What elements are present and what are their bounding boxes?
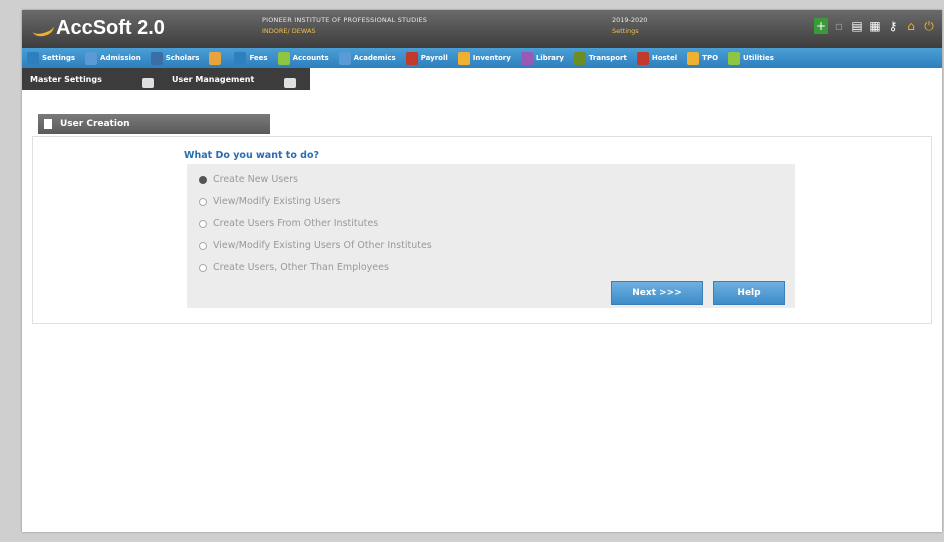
menu-item-accounts[interactable]: Accounts xyxy=(273,51,334,65)
menu-icon xyxy=(405,51,418,65)
menu-item-admission[interactable]: Admission xyxy=(80,51,146,65)
menu-icon xyxy=(573,51,586,65)
submenu-label: User Management xyxy=(172,74,255,84)
radio-button[interactable] xyxy=(199,197,207,206)
menu-item-fees[interactable]: Fees xyxy=(229,51,272,65)
app-window: AccSoft 2.0 PIONEER INSTITUTE OF PROFESS… xyxy=(22,10,942,532)
menu-icon xyxy=(687,51,700,65)
option-label: Create New Users xyxy=(213,174,298,185)
toolbar: + ▫ ▤ ▦ ⚷ ⌂ ⏻ xyxy=(814,18,936,34)
menu-label: Scholars xyxy=(165,54,200,62)
menu-item-library[interactable]: Library xyxy=(516,51,569,65)
menu-label: Hostel xyxy=(651,54,678,62)
menu-label: Payroll xyxy=(420,54,448,62)
institute-info: PIONEER INSTITUTE OF PROFESSIONAL STUDIE… xyxy=(262,16,427,35)
question-label: What Do you want to do? xyxy=(184,150,320,161)
menu-icon xyxy=(150,51,163,65)
menu-item-scholars[interactable]: Scholars xyxy=(146,51,205,65)
menu-icon xyxy=(209,51,222,65)
document-edit-icon[interactable]: ▦ xyxy=(868,18,882,34)
radio-button[interactable] xyxy=(199,241,207,250)
menu-label: Library xyxy=(535,54,564,62)
radio-button[interactable] xyxy=(199,175,207,184)
menu-icon xyxy=(636,51,649,65)
logo-icon xyxy=(30,18,56,39)
menu-label: Utilities xyxy=(743,54,774,62)
option-view-modify-users[interactable]: View/Modify Existing Users xyxy=(199,196,341,207)
option-label: Create Users, Other Than Employees xyxy=(213,262,389,273)
menu-icon xyxy=(277,51,290,65)
key-icon[interactable]: ⚷ xyxy=(886,18,900,34)
menu-icon xyxy=(338,51,351,65)
current-module: Settings xyxy=(612,27,639,35)
session-year: 2019-2020 xyxy=(612,16,648,24)
document-icon[interactable]: ▤ xyxy=(850,18,864,34)
option-label: View/Modify Existing Users xyxy=(213,196,341,207)
submenu-master-settings[interactable]: Master Settings xyxy=(22,70,164,88)
menu-item-utilities[interactable]: Utilities xyxy=(723,51,779,65)
option-create-new-users[interactable]: Create New Users xyxy=(199,174,298,185)
menu-label: Accounts xyxy=(292,54,329,62)
document-icon xyxy=(44,119,52,129)
option-create-non-employees[interactable]: Create Users, Other Than Employees xyxy=(199,262,389,273)
menu-icon xyxy=(728,51,741,65)
home-icon[interactable]: ⌂ xyxy=(904,18,918,34)
top-bar: AccSoft 2.0 PIONEER INSTITUTE OF PROFESS… xyxy=(22,10,942,48)
submenu-label: Master Settings xyxy=(30,74,102,84)
settings-submenu: Master Settings User Management xyxy=(22,68,310,90)
menu-item-academics[interactable]: Academics xyxy=(334,51,401,65)
power-icon[interactable]: ⏻ xyxy=(922,18,936,34)
menu-label: Inventory xyxy=(472,54,511,62)
menu-item-settings[interactable]: Settings xyxy=(22,51,80,65)
menu-item-tpo[interactable]: TPO xyxy=(682,51,723,65)
session-info: 2019-2020 Settings xyxy=(612,16,647,35)
menu-item-inventory[interactable]: Inventory xyxy=(453,51,516,65)
submenu-user-management[interactable]: User Management xyxy=(164,70,306,88)
menu-label: TPO xyxy=(702,54,719,62)
add-icon[interactable]: + xyxy=(814,18,828,34)
menu-icon xyxy=(85,51,98,65)
app-name: AccSoft 2.0 xyxy=(56,17,165,39)
menu-label: Admission xyxy=(100,54,141,62)
menu-item-transport[interactable]: Transport xyxy=(569,51,632,65)
app-logo: AccSoft 2.0 xyxy=(30,17,165,40)
radio-button[interactable] xyxy=(199,219,207,228)
menu-label: Transport xyxy=(588,54,627,62)
dropdown-icon xyxy=(284,78,296,88)
menu-icon xyxy=(457,51,470,65)
section-title: User Creation xyxy=(60,119,130,129)
option-label: View/Modify Existing Users Of Other Inst… xyxy=(213,240,432,251)
menu-item-hostel[interactable]: Hostel xyxy=(632,51,682,65)
help-button[interactable]: Help xyxy=(713,281,785,305)
menu-icon xyxy=(27,51,39,65)
menu-label: Fees xyxy=(249,54,268,62)
main-menu: Settings Admission Scholars Fees Accounts Aca… xyxy=(22,48,942,68)
menu-icon xyxy=(520,51,533,65)
institute-name: PIONEER INSTITUTE OF PROFESSIONAL STUDIE… xyxy=(262,16,428,24)
minus-icon[interactable]: ▫ xyxy=(832,18,846,34)
institute-location: INDORE/ DEWAS xyxy=(262,27,316,35)
section-header: User Creation xyxy=(38,114,270,134)
menu-icon xyxy=(234,51,247,65)
menu-label: Academics xyxy=(353,54,396,62)
menu-item-payroll[interactable]: Payroll xyxy=(401,51,453,65)
option-create-other-institutes[interactable]: Create Users From Other Institutes xyxy=(199,218,378,229)
next-button[interactable]: Next >>> xyxy=(611,281,703,305)
menu-item-item-3[interactable] xyxy=(204,51,229,65)
option-label: Create Users From Other Institutes xyxy=(213,218,379,229)
option-view-modify-other-institutes[interactable]: View/Modify Existing Users Of Other Inst… xyxy=(199,240,432,251)
menu-label: Settings xyxy=(42,54,76,62)
options-box: Create New Users View/Modify Existing Us… xyxy=(187,164,795,308)
dropdown-icon xyxy=(142,78,154,88)
radio-button[interactable] xyxy=(199,263,207,272)
